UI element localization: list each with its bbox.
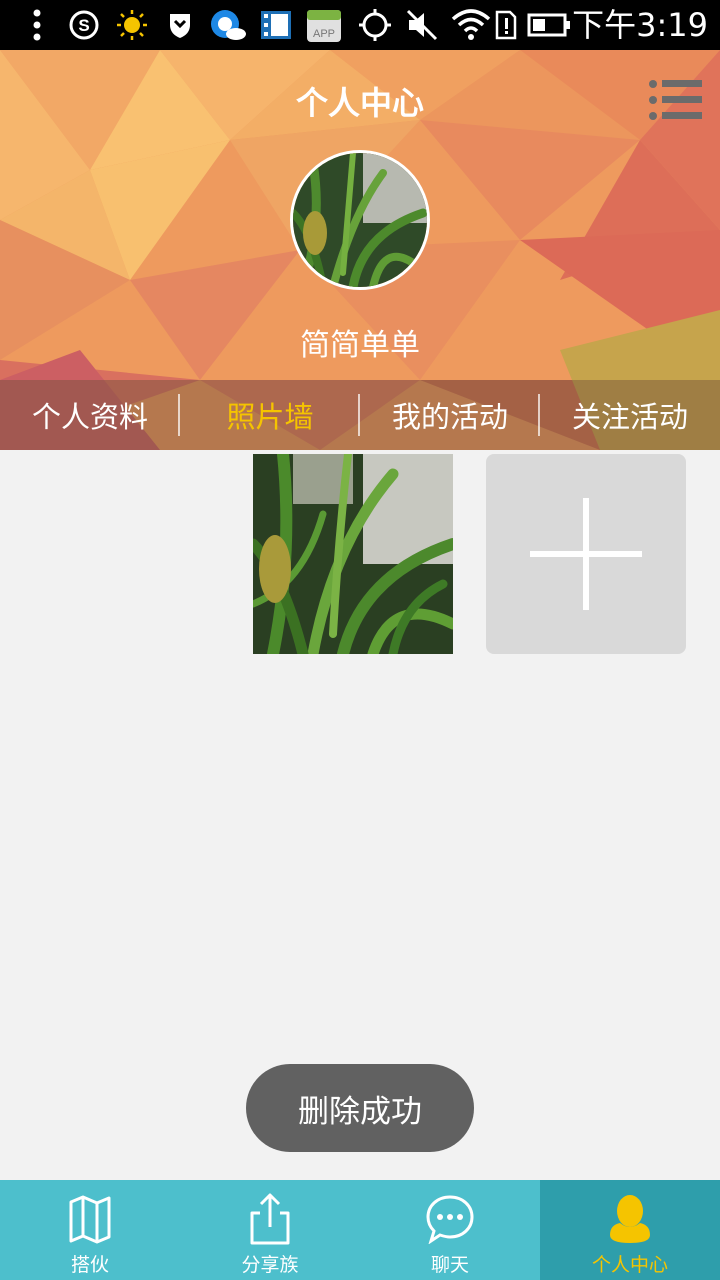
- status-time: 下午3:19: [572, 6, 708, 44]
- svg-text:S: S: [78, 16, 89, 35]
- tab-label: 照片墙: [226, 400, 314, 434]
- tab-label: 个人资料: [31, 400, 148, 434]
- film-icon: [258, 0, 294, 50]
- nav-item-partner[interactable]: 搭伙: [0, 1180, 180, 1280]
- app-store-icon: APP: [304, 0, 344, 50]
- nav-label: 分享族: [241, 1254, 299, 1276]
- tab-label: 我的活动: [391, 400, 508, 434]
- add-photo-button[interactable]: [486, 454, 686, 654]
- nav-item-chat[interactable]: 聊天: [360, 1180, 540, 1280]
- share-icon: [246, 1192, 294, 1246]
- plant-photo-image: [253, 454, 453, 654]
- page-title: 个人中心: [295, 84, 424, 122]
- battery-icon: [526, 0, 572, 50]
- app-badge-text: APP: [313, 28, 335, 40]
- wifi-icon: [450, 0, 492, 50]
- username: 简简单单: [300, 328, 420, 363]
- nav-label: 个人中心: [591, 1254, 668, 1276]
- tab-followed-activities[interactable]: 关注活动: [540, 380, 720, 450]
- avatar-plant-image: [293, 153, 427, 287]
- tab-personal-info[interactable]: 个人资料: [0, 380, 180, 450]
- profile-tabs: 个人资料 照片墙 我的活动 关注活动: [0, 380, 720, 450]
- mute-icon: [404, 0, 440, 50]
- tab-photo-wall[interactable]: 照片墙: [180, 380, 360, 450]
- cloud-icon: [208, 0, 248, 50]
- status-bar: S APP 下午3:19: [0, 0, 720, 50]
- person-icon: [606, 1192, 654, 1246]
- list-menu-icon: [649, 80, 702, 120]
- map-icon: [66, 1192, 114, 1246]
- nav-label: 搭伙: [70, 1254, 109, 1276]
- nav-item-profile[interactable]: 个人中心: [540, 1180, 720, 1280]
- bottom-navigation: 搭伙 分享族 聊天 个人中心: [0, 1180, 720, 1280]
- avatar[interactable]: [290, 150, 430, 290]
- tab-my-activities[interactable]: 我的活动: [360, 380, 540, 450]
- nav-item-share[interactable]: 分享族: [180, 1180, 360, 1280]
- sogou-icon: S: [66, 0, 102, 50]
- more-vert-icon: [26, 0, 48, 50]
- gps-icon: [356, 0, 394, 50]
- sun-icon: [114, 0, 150, 50]
- tab-label: 关注活动: [571, 400, 688, 434]
- sim-alert-icon: [494, 0, 518, 50]
- chat-icon: [426, 1192, 474, 1246]
- profile-header: 个人中心 简简单单 个人资料 照片墙 我的活动 关注活动: [0, 50, 720, 450]
- nav-label: 聊天: [430, 1254, 469, 1276]
- photo-tile[interactable]: [253, 454, 453, 654]
- toast-message: 删除成功: [246, 1064, 474, 1152]
- menu-button[interactable]: [648, 78, 702, 124]
- shield-icon: [164, 0, 196, 50]
- plus-icon: [583, 498, 589, 610]
